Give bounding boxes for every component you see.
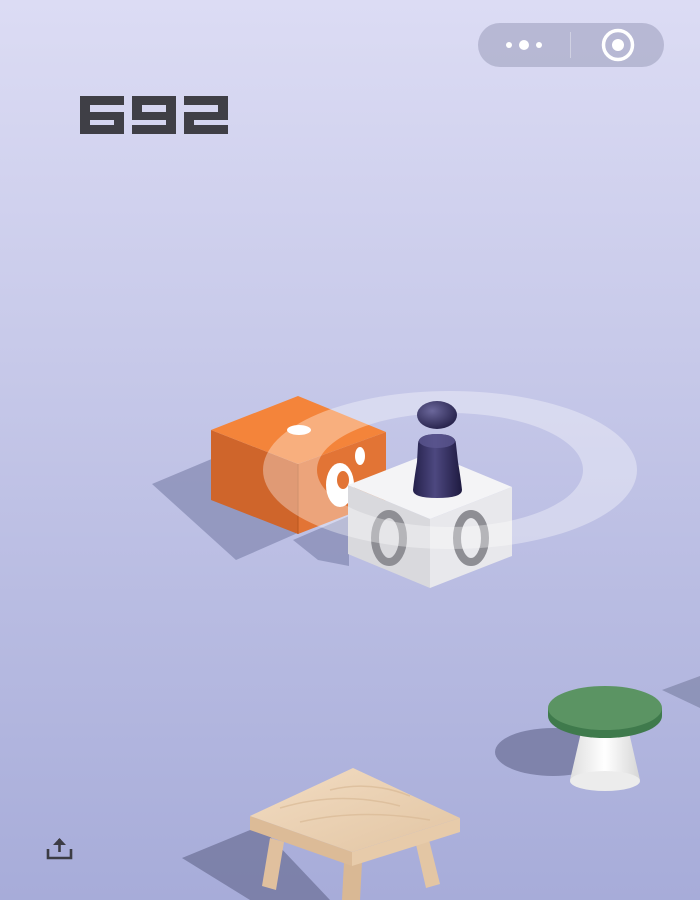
score-display [80,96,228,134]
score-digit-2 [184,96,228,134]
game-scene[interactable] [0,0,700,900]
score-digit-9 [132,96,176,134]
more-button[interactable] [478,23,570,67]
orange-box-small-dot-icon [355,447,365,465]
share-button[interactable] [45,835,75,863]
player-head [417,401,457,429]
share-upload-icon [46,838,73,860]
target-circle-icon [601,28,634,62]
score-digit-6 [80,96,124,134]
green-stool-top [548,686,662,730]
close-button[interactable] [571,23,664,67]
miniprogram-capsule [478,23,664,67]
more-dots-icon [506,42,512,48]
player-piece[interactable] [413,401,462,498]
wooden-stool-leg-front [342,862,362,900]
